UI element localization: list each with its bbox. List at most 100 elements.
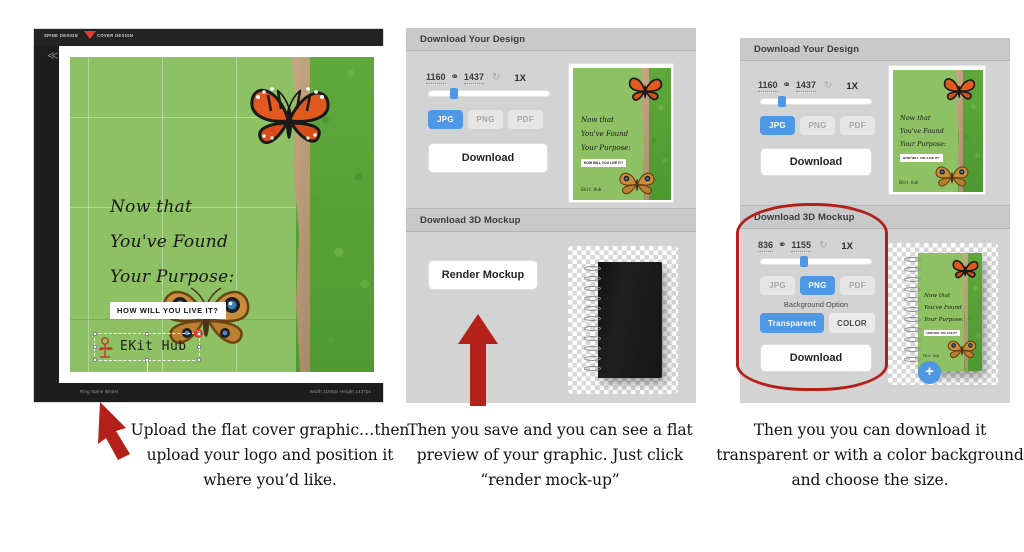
buckeye-butterfly-image <box>947 340 977 359</box>
design-size-slider[interactable] <box>428 88 550 99</box>
format-jpg-button[interactable]: JPG <box>760 116 795 135</box>
mockup-line-3: Your Purpose: <box>924 317 964 323</box>
logo-text: EKit Hub <box>120 339 187 354</box>
reset-icon[interactable]: ↻ <box>492 73 500 83</box>
resize-handle[interactable] <box>93 345 97 349</box>
preview-logo-text: EKit Hub <box>899 180 919 185</box>
cover-line-3: Your Purpose: <box>110 267 235 287</box>
rotate-handle-line <box>147 360 148 372</box>
preview-line-2: You've Found <box>900 127 944 135</box>
cover-line-1: Now that <box>110 197 193 217</box>
design-zoom-level: 1X <box>846 80 858 92</box>
annotation-arrow-2 <box>458 314 498 406</box>
format-pdf-button[interactable]: PDF <box>508 110 543 129</box>
resize-handle[interactable] <box>197 345 201 349</box>
preview-tagline: HOW WILL YOU LIVE IT? <box>581 159 627 167</box>
link-aspect-icon[interactable]: ⚭ <box>451 73 459 83</box>
slider-knob[interactable] <box>450 88 458 99</box>
mockup-logo-text: EKit Hub <box>923 354 940 358</box>
preview-line-3: Your Purpose: <box>581 144 631 152</box>
back-chevron-icon[interactable]: ≪ <box>47 51 59 62</box>
notebook-mockup-blank <box>584 262 662 378</box>
design-width-field[interactable]: 1160 <box>426 72 446 84</box>
preview-tagline: HOW WILL YOU LIVE IT? <box>900 154 943 162</box>
monarch-butterfly-image <box>943 78 976 101</box>
design-width-field[interactable]: 1160 <box>758 80 778 92</box>
cover-line-2: You've Found <box>110 232 229 252</box>
editor-canvas[interactable]: Now that You've Found Your Purpose: HOW … <box>59 46 385 383</box>
notebook-cover <box>598 262 662 378</box>
status-binding-type: Ring Spine Binder <box>80 389 119 394</box>
mockup-tagline: HOW WILL YOU LIVE IT? <box>924 330 960 336</box>
resize-handle[interactable] <box>197 358 201 362</box>
tutorial-screenshot: SPINE DESIGN COVER DESIGN ≪ Now that You… <box>0 0 1024 552</box>
resize-handle[interactable] <box>93 358 97 362</box>
preview-line-1: Now that <box>581 116 614 124</box>
design-dimension-row: 1160 ⚭ 1437 ↻ 1X <box>426 72 526 84</box>
monarch-butterfly-image <box>628 77 663 101</box>
notebook-cover: Now that You've Found Your Purpose: HOW … <box>918 253 982 371</box>
mockup-line-2: You've Found <box>924 305 962 311</box>
link-aspect-icon[interactable]: ⚭ <box>783 81 791 91</box>
notebook-mockup-design: Now that You've Found Your Purpose: HOW … <box>904 253 982 371</box>
design-preview-frame: Download Your Design Now that You've Fou… <box>568 63 674 203</box>
cover-artwork[interactable]: Now that You've Found Your Purpose: HOW … <box>70 57 374 372</box>
design-section-title: Download Your Design <box>420 34 526 45</box>
caption-step-1: Upload the flat cover graphic…then uploa… <box>130 421 410 489</box>
design-preview-image: Download Your Design Now that You've Fou… <box>573 68 671 200</box>
design-section-header: Download Your Design <box>406 28 696 51</box>
design-editor-panel: SPINE DESIGN COVER DESIGN ≪ Now that You… <box>33 28 385 403</box>
spiral-binding-icon <box>904 253 922 371</box>
design-size-slider[interactable] <box>760 96 872 107</box>
mockup-preview-area <box>568 246 678 394</box>
format-png-button[interactable]: PNG <box>468 110 503 129</box>
reset-icon[interactable]: ↻ <box>824 81 832 91</box>
resize-handle[interactable] <box>145 332 149 336</box>
design-format-group: JPG PNG PDF <box>428 110 543 129</box>
preview-logo-text: EKit Hub <box>581 187 602 192</box>
design-height-field[interactable]: 1437 <box>795 80 816 92</box>
spiral-binding-icon <box>584 262 602 378</box>
format-pdf-button[interactable]: PDF <box>840 116 875 135</box>
resize-handle[interactable] <box>197 332 201 336</box>
design-preview-frame: Now that You've Found Your Purpose: HOW … <box>888 65 986 195</box>
logo-selection-box[interactable]: EKit Hub × ⟳ <box>93 329 203 372</box>
plant-logo-icon <box>99 337 113 358</box>
design-preview-image: Now that You've Found Your Purpose: HOW … <box>893 70 983 192</box>
mockup-section-header: Download 3D Mockup <box>406 209 696 232</box>
buckeye-butterfly-image <box>619 172 655 195</box>
caption-step-3: Then you you can download it transparent… <box>716 421 1024 489</box>
download-panel-flat: Download Your Design 1160 ⚭ 1437 ↻ 1X JP… <box>406 28 696 403</box>
monarch-butterfly-image <box>952 259 979 279</box>
tab-spine-design[interactable]: SPINE DESIGN <box>44 33 78 38</box>
cover-tagline: HOW WILL YOU LIVE IT? <box>110 302 226 319</box>
design-dimension-row: 1160 ⚭ 1437 ↻ 1X <box>758 80 858 92</box>
mockup-preview-area: Now that You've Found Your Purpose: HOW … <box>888 243 998 385</box>
mockup-section-title: Download 3D Mockup <box>420 215 521 226</box>
design-height-field[interactable]: 1437 <box>463 72 484 84</box>
tab-marker-icon <box>84 31 96 39</box>
editor-top-bar: SPINE DESIGN COVER DESIGN <box>34 29 383 46</box>
add-mockup-button[interactable]: + <box>918 361 941 384</box>
preview-line-3: Your Purpose: <box>900 140 947 148</box>
design-zoom-level: 1X <box>514 72 526 84</box>
format-png-button[interactable]: PNG <box>800 116 835 135</box>
monarch-butterfly-image <box>250 87 330 144</box>
design-format-group: JPG PNG PDF <box>760 116 875 135</box>
mockup-line-1: Now that <box>924 293 951 299</box>
resize-handle[interactable] <box>93 332 97 336</box>
slider-knob[interactable] <box>778 96 786 107</box>
preview-line-2: You've Found <box>581 130 629 138</box>
tab-cover-design[interactable]: COVER DESIGN <box>97 33 133 38</box>
design-section-title: Download Your Design <box>754 44 860 55</box>
format-jpg-button[interactable]: JPG <box>428 110 463 129</box>
preview-line-1: Now that <box>900 114 931 122</box>
annotation-highlight-oval <box>736 203 888 391</box>
caption-step-2: Then you save and you can see a flat pre… <box>407 421 693 489</box>
design-section-header: Download Your Design <box>740 38 1010 61</box>
render-mockup-button[interactable]: Render Mockup <box>428 260 538 290</box>
status-dimensions: Width 1160px Height 1437px <box>309 389 371 394</box>
download-design-button[interactable]: Download <box>760 148 872 176</box>
buckeye-butterfly-image <box>935 166 969 187</box>
download-design-button[interactable]: Download <box>428 143 548 173</box>
